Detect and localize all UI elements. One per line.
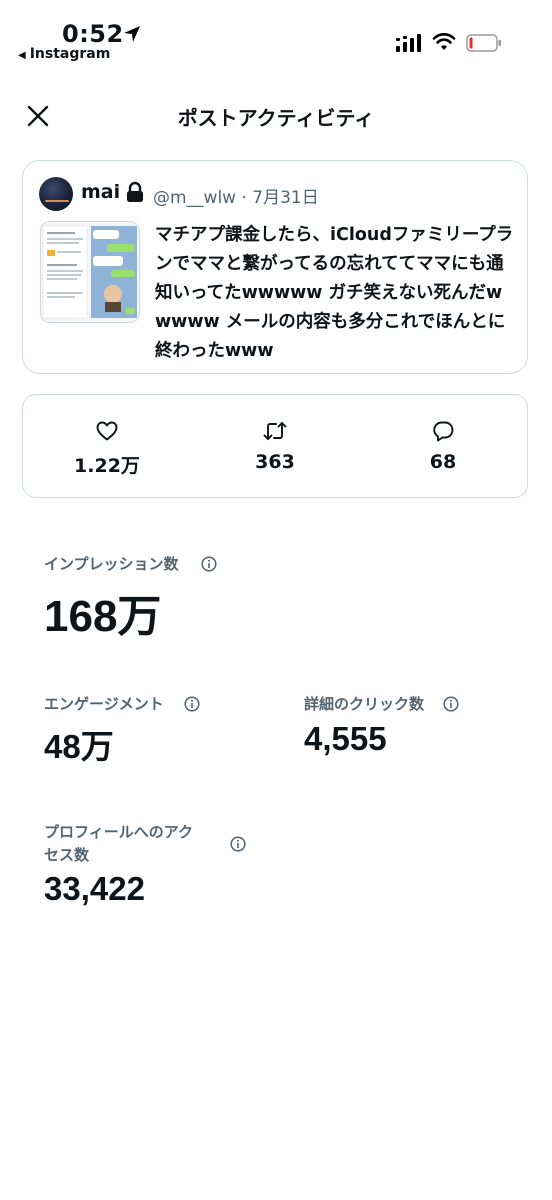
screenshot-image [41, 222, 139, 322]
avatar[interactable] [39, 177, 73, 211]
back-triangle-icon: ◀ [18, 50, 26, 61]
reply-bubble-icon [433, 421, 454, 442]
repost-action[interactable]: 363 [191, 395, 359, 495]
heart-icon [96, 421, 118, 441]
profile-visits-label-line2: セス数 [44, 846, 90, 864]
back-to-app-link[interactable]: ◀ Instagram [18, 46, 110, 62]
page-header: ポストアクティビティ [0, 88, 552, 144]
repost-count: 363 [255, 451, 295, 473]
like-count: 1.22万 [74, 455, 140, 477]
engagements-info-icon[interactable] [184, 696, 200, 712]
user-name: mai [81, 181, 121, 203]
impressions-value: 168万 [44, 592, 162, 641]
tweet-card[interactable]: mai @m__wlw · 7月31日 マチアプ課金したら、iCloudファミリ… [22, 160, 528, 374]
wifi-icon [432, 33, 456, 50]
cellular-signal-icon [396, 34, 421, 52]
engagements-label: エンゲージメント [44, 695, 164, 713]
reply-count: 68 [429, 451, 457, 473]
lock-icon [127, 181, 143, 202]
engagement-actions-card: 1.22万 363 68 [22, 394, 528, 498]
like-action[interactable]: 1.22万 [23, 395, 191, 495]
detail-clicks-label: 詳細のクリック数 [304, 695, 425, 713]
impressions-info-icon[interactable] [201, 556, 217, 572]
profile-visits-label-line1: プロフィールへのアク [44, 823, 193, 841]
repost-icon [263, 422, 287, 440]
back-app-label: Instagram [29, 46, 111, 62]
status-time: 0:52 [62, 20, 124, 48]
page-title: ポストアクティビティ [177, 106, 375, 130]
tweet-text: マチアプ課金したら、iCloudファミリープランでママと繋がってるの忘れててママ… [155, 225, 514, 361]
location-arrow-icon [124, 26, 140, 42]
reply-action[interactable]: 68 [359, 395, 527, 495]
battery-icon [466, 34, 501, 52]
status-bar: 0:52 ◀ Instagram [0, 0, 552, 72]
tweet-image-thumbnail[interactable] [40, 221, 140, 323]
detail-clicks-value: 4,555 [304, 720, 387, 757]
engagements-value: 48万 [44, 728, 114, 765]
profile-visits-info-icon[interactable] [230, 836, 246, 852]
profile-visits-value: 33,422 [44, 870, 145, 907]
detail-clicks-info-icon[interactable] [443, 696, 459, 712]
handle-and-date: @m__wlw · 7月31日 [153, 188, 319, 208]
impressions-label: インプレッション数 [44, 555, 179, 573]
